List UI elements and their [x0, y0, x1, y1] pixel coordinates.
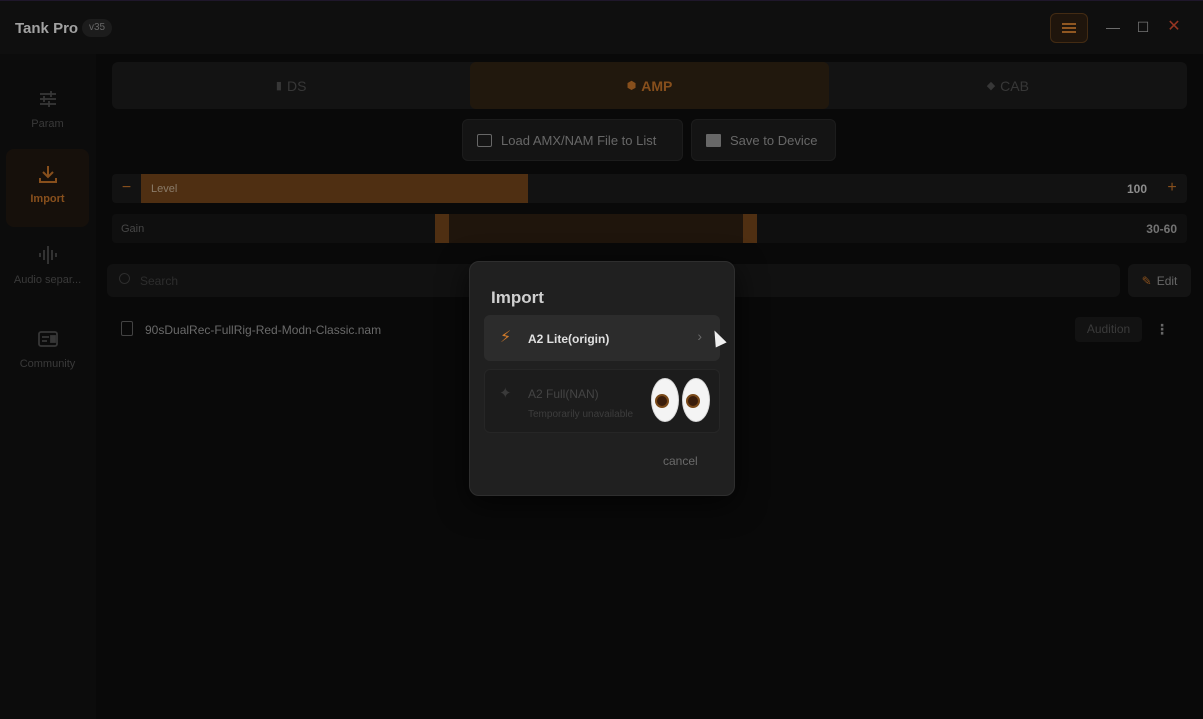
lightning-icon: ⚡	[500, 329, 512, 346]
eyes-emoji-icon	[651, 378, 713, 424]
option-label: A2 Lite(origin)	[528, 332, 610, 346]
option-label: A2 Full(NAN)	[528, 387, 599, 401]
import-option-a2-lite[interactable]: ⚡ A2 Lite(origin) ›	[484, 315, 720, 361]
option-sublabel: Temporarily unavailable	[528, 409, 634, 420]
cancel-button[interactable]: cancel	[663, 454, 698, 468]
import-option-a2-full: ✦ A2 Full(NAN) Temporarily unavailable	[484, 369, 720, 433]
dialog-title: Import	[491, 288, 544, 307]
import-dialog: Import ⚡ A2 Lite(origin) › ✦ A2 Full(NAN…	[469, 261, 735, 496]
sparkle-icon: ✦	[499, 385, 512, 402]
chevron-right-icon: ›	[697, 328, 702, 344]
